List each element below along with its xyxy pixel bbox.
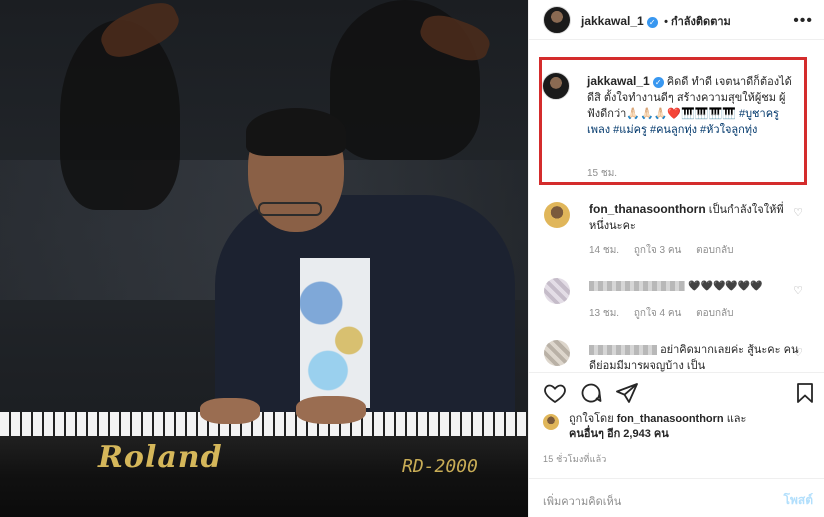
caption-username[interactable]: jakkawal_1 bbox=[587, 74, 650, 88]
post-side-panel: jakkawal_1 ✓ • กำลังติดตาม ••• jakkawal_1… bbox=[528, 0, 824, 517]
comment-likes[interactable]: ถูกใจ 4 คน bbox=[634, 308, 682, 319]
caption-time[interactable]: 15 ชม. bbox=[587, 166, 617, 181]
photo-model-label: RD-2000 bbox=[402, 456, 478, 477]
header-author-row: jakkawal_1 ✓ • กำลังติดตาม bbox=[581, 12, 731, 30]
instagram-post-modal: Roland RD-2000 jakkawal_1 ✓ • กำลังติดตาม… bbox=[0, 0, 824, 517]
photo-piano-keys bbox=[0, 412, 528, 436]
likes-summary: ถูกใจโดย fon_thanasoonthorn และ คนอื่นๆ … bbox=[543, 412, 813, 442]
comment-time[interactable]: 14 ชม. bbox=[589, 245, 619, 256]
comment-body: 🖤🖤🖤🖤🖤🖤 bbox=[589, 278, 789, 295]
comment-item: 🖤🖤🖤🖤🖤🖤 ♡ 13 ชม. ถูกใจ 4 คน ตอบกลับ bbox=[529, 270, 824, 330]
comment-text: 🖤🖤🖤🖤🖤🖤 bbox=[688, 281, 763, 292]
comment-item: fon_thanasoonthorn เป็นกำลังใจให้พี่หนึ่… bbox=[529, 196, 824, 260]
photo-pianist-glasses bbox=[258, 202, 322, 216]
author-username[interactable]: jakkawal_1 bbox=[581, 14, 644, 28]
comment-body: อย่าคิดมากเลยค่ะ สู้นะคะ คนดีย่อมมีมารผจ… bbox=[589, 342, 799, 372]
post-timestamp[interactable]: 15 ชั่วโมงที่แล้ว bbox=[543, 452, 607, 466]
blurred-username bbox=[589, 345, 657, 356]
comment-reply-button[interactable]: ตอบกลับ bbox=[696, 245, 733, 256]
likes-user[interactable]: fon_thanasoonthorn bbox=[617, 413, 724, 425]
comment-time[interactable]: 13 ชม. bbox=[589, 308, 619, 319]
author-avatar[interactable] bbox=[543, 6, 571, 34]
post-header: jakkawal_1 ✓ • กำลังติดตาม ••• bbox=[529, 0, 824, 40]
more-horizontal-icon[interactable]: ••• bbox=[793, 12, 813, 30]
caption: jakkawal_1 ✓ คิดดี ทำดี เจตนาดีก็ต้องได้ด… bbox=[587, 73, 793, 138]
heart-icon[interactable] bbox=[543, 381, 567, 405]
blurred-username bbox=[589, 281, 685, 292]
photo-pianist-shirt bbox=[300, 258, 370, 408]
comment-like-heart-icon[interactable]: ♡ bbox=[793, 284, 803, 297]
post-comment-button[interactable]: โพสต์ bbox=[784, 491, 813, 510]
likes-and: และ bbox=[726, 413, 747, 425]
comment-item: อย่าคิดมากเลยค่ะ สู้นะคะ คนดีย่อมมีมารผจ… bbox=[529, 336, 824, 372]
verified-badge-icon: ✓ bbox=[646, 17, 658, 28]
comment-meta: 13 ชม. ถูกใจ 4 คน ตอบกลับ bbox=[589, 306, 746, 321]
comment-avatar[interactable] bbox=[544, 340, 570, 366]
likes-text: ถูกใจโดย fon_thanasoonthorn และ คนอื่นๆ … bbox=[543, 412, 813, 442]
likes-prefix: ถูกใจโดย bbox=[569, 413, 614, 425]
comment-body: fon_thanasoonthorn เป็นกำลังใจให้พี่หนึ่… bbox=[589, 201, 789, 234]
add-comment-input[interactable]: เพิ่มความคิดเห็น bbox=[543, 492, 621, 510]
share-icon[interactable] bbox=[615, 381, 639, 405]
verified-badge-icon: ✓ bbox=[652, 77, 664, 88]
add-comment-bar: เพิ่มความคิดเห็น โพสต์ bbox=[529, 478, 824, 517]
photo-hand bbox=[296, 396, 366, 424]
photo-brand-logo: Roland bbox=[98, 440, 223, 475]
liker-avatar[interactable] bbox=[543, 414, 559, 430]
comment-likes[interactable]: ถูกใจ 3 คน bbox=[634, 245, 682, 256]
comment-like-heart-icon[interactable]: ♡ bbox=[793, 206, 803, 219]
comment-avatar[interactable] bbox=[544, 278, 570, 304]
photo-hand bbox=[200, 398, 260, 424]
comment-icon[interactable] bbox=[579, 381, 603, 405]
comment-avatar[interactable] bbox=[544, 202, 570, 228]
comment-meta: 14 ชม. ถูกใจ 3 คน ตอบกลับ bbox=[589, 243, 746, 258]
post-photo[interactable]: Roland RD-2000 bbox=[0, 0, 528, 517]
comment-like-heart-icon[interactable]: ♡ bbox=[793, 346, 803, 359]
caption-author-avatar[interactable] bbox=[542, 72, 570, 100]
photo-pianist-hair bbox=[246, 108, 346, 156]
comment-reply-button[interactable]: ตอบกลับ bbox=[696, 308, 733, 319]
likes-others[interactable]: คนอื่นๆ อีก 2,943 คน bbox=[569, 428, 669, 440]
comment-username[interactable]: fon_thanasoonthorn bbox=[589, 202, 706, 216]
bookmark-icon[interactable] bbox=[793, 381, 817, 405]
following-status-button[interactable]: • กำลังติดตาม bbox=[664, 16, 731, 28]
post-actions-bar bbox=[529, 372, 824, 414]
